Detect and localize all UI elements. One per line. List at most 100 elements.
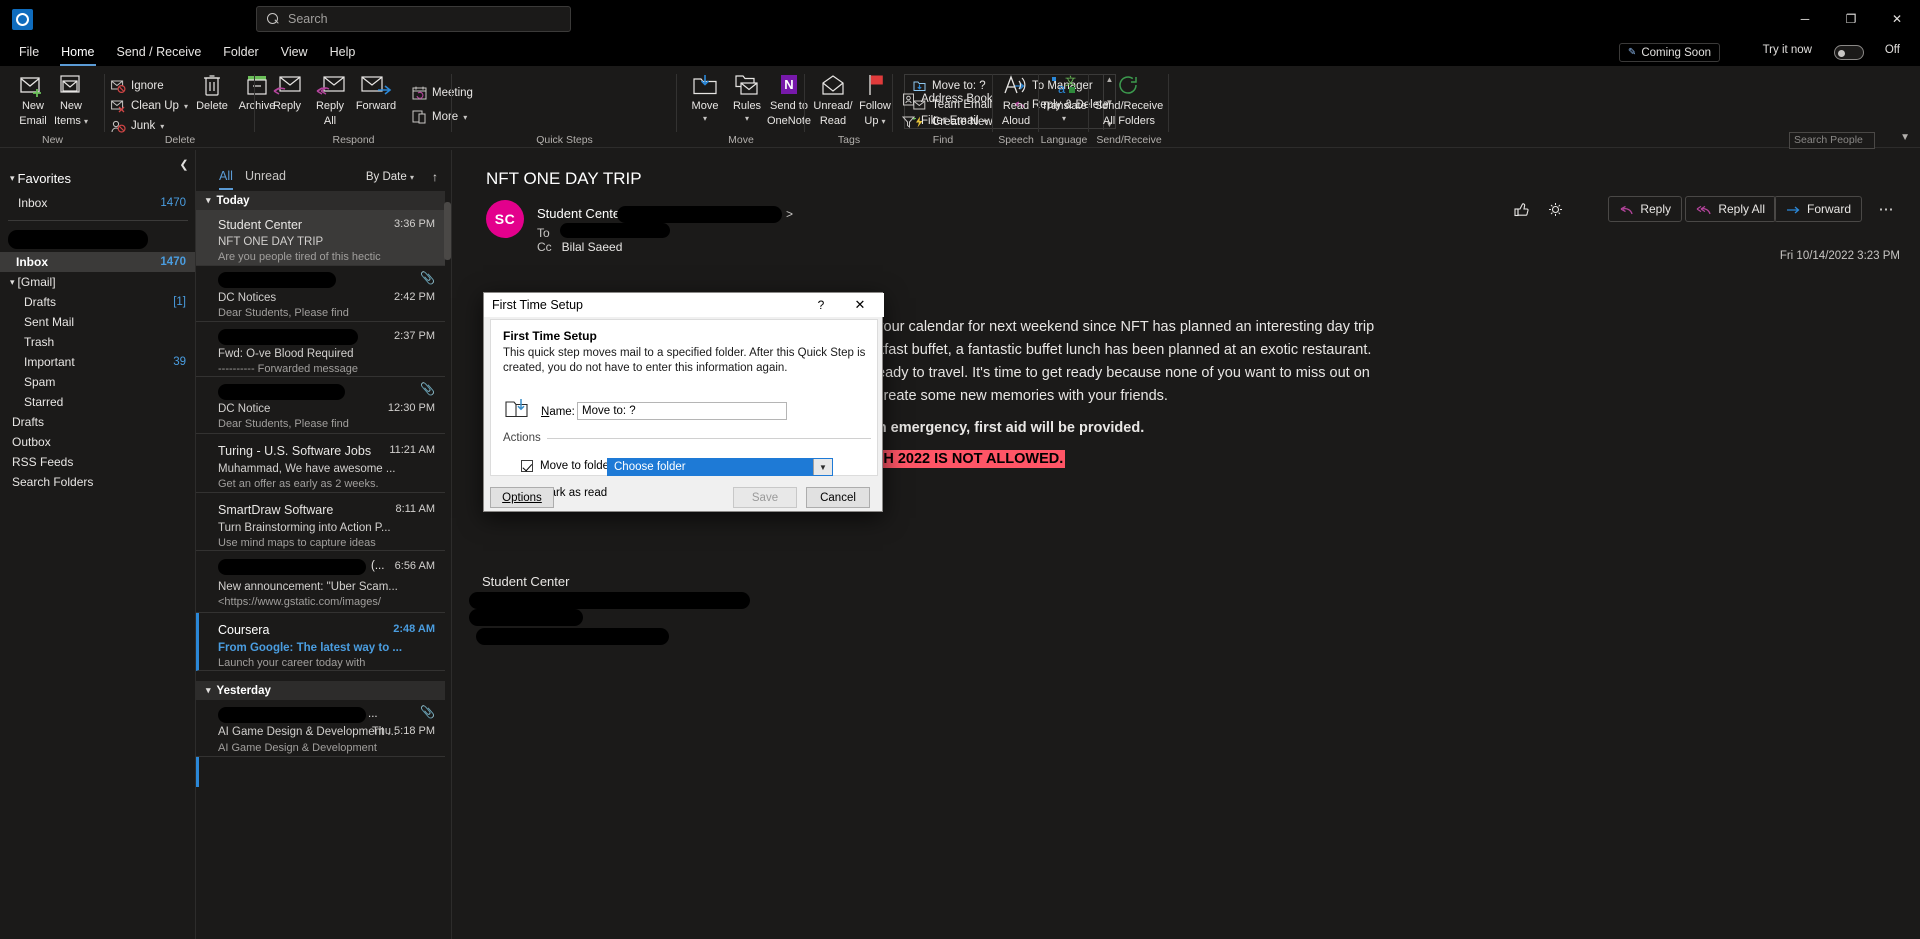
ribbon-group-new: New Email New Items ▾ New [0, 66, 105, 148]
folder-sidebar: ▾ Favorites Inbox 1470 Inbox 1470 ▾ [Gma… [0, 150, 195, 939]
message-item-6[interactable]: SmartDraw Software Turn Brainstorming in… [196, 493, 445, 551]
toggle-state-label: Off [1885, 44, 1900, 56]
coming-soon-button[interactable]: ✎ Coming Soon [1619, 43, 1720, 62]
minimize-button[interactable]: ─ [1782, 0, 1828, 38]
sparkle-button[interactable] [1539, 196, 1571, 222]
message-subject: Muhammad, We have awesome ... [218, 463, 395, 475]
choose-folder-dropdown[interactable]: Choose folder ▼ [607, 458, 833, 476]
sidebar-item-drafts-gmail[interactable]: Drafts [1] [0, 292, 195, 312]
tab-all[interactable]: All [219, 169, 233, 190]
email-body-line-4: e to create some new memories with your … [848, 385, 1168, 408]
new-items-button[interactable]: New Items ▾ [43, 71, 99, 128]
translate-label: Translate▾ [1041, 100, 1086, 125]
message-list-scrollbar[interactable] [444, 202, 451, 260]
message-item-9[interactable]: ... AI Game Design & Development ... AI … [196, 700, 445, 757]
message-time: 3:36 PM [394, 218, 435, 230]
avatar: SC [486, 200, 524, 238]
forward-button[interactable]: Forward [345, 71, 407, 112]
message-item-1[interactable]: Student Center NFT ONE DAY TRIP Are you … [196, 210, 445, 266]
from-address-redacted [617, 206, 782, 223]
sidebar-item-inbox[interactable]: Inbox 1470 [0, 252, 195, 272]
message-item-4[interactable]: DC Notice Dear Students, Please find 📎 1… [196, 377, 445, 434]
tab-folder[interactable]: Folder [212, 41, 269, 63]
tab-home[interactable]: Home [50, 41, 105, 63]
tab-unread[interactable]: Unread [245, 169, 286, 188]
sidebar-item-gmail-group[interactable]: ▾ [Gmail] [0, 272, 195, 292]
move-to-folder-row[interactable]: Move to folder [521, 460, 613, 472]
inbox-count: 1470 [160, 256, 186, 268]
search-people-input[interactable]: Search People [1789, 132, 1875, 149]
address-book-button[interactable]: Address Book [900, 91, 993, 107]
message-list-header: All Unread By Date ▾ ↑ [196, 150, 452, 183]
sidebar-item-outbox[interactable]: Outbox [0, 432, 195, 452]
message-item-8[interactable]: Coursera From Google: The latest way to … [196, 613, 445, 671]
translate-button[interactable]: a 文 Translate▾ [1036, 71, 1092, 125]
message-sender: Turing - U.S. Software Jobs [218, 444, 371, 458]
sidebar-item-starred[interactable]: Starred [0, 392, 195, 412]
name-input[interactable]: Move to: ? [577, 402, 787, 420]
message-item-10[interactable] [196, 757, 445, 787]
chevron-down-icon: ▾ [10, 173, 15, 184]
sidebar-item-sent-mail[interactable]: Sent Mail [0, 312, 195, 332]
clean-up-label: Clean Up [131, 100, 179, 112]
sidebar-item-search-folders[interactable]: Search Folders [0, 472, 195, 492]
send-receive-all-folders-button[interactable]: Send/Receive All Folders [1101, 71, 1157, 127]
chevron-down-icon[interactable]: ▼ [813, 459, 832, 475]
translate-icon: a 文 [1051, 71, 1077, 97]
options-button[interactable]: Options [490, 487, 554, 508]
tab-file[interactable]: File [8, 41, 50, 63]
tab-view[interactable]: View [270, 41, 319, 63]
group-header-today[interactable]: ▾ Today [196, 191, 445, 210]
sidebar-item-spam[interactable]: Spam [0, 372, 195, 392]
tab-send-receive[interactable]: Send / Receive [106, 41, 213, 63]
reply-all-button[interactable]: Reply All [1685, 196, 1776, 222]
message-item-3[interactable]: Fwd: O-ve Blood Required ---------- Forw… [196, 322, 445, 377]
maximize-button[interactable]: ❐ [1828, 0, 1874, 38]
save-button[interactable]: Save [733, 487, 797, 508]
sidebar-divider [8, 220, 188, 221]
cancel-button[interactable]: Cancel [806, 487, 870, 508]
sidebar-item-important[interactable]: Important 39 [0, 352, 195, 372]
close-button[interactable]: ✕ [1874, 0, 1920, 38]
message-item-5[interactable]: Turing - U.S. Software Jobs Muhammad, We… [196, 434, 445, 493]
coming-soon-toggle[interactable] [1834, 45, 1864, 60]
move-to-folder-checkbox[interactable] [521, 460, 533, 472]
account-name-redacted [8, 230, 148, 249]
thumbs-up-button[interactable] [1505, 196, 1537, 222]
junk-button[interactable]: Junk ▾ [110, 118, 164, 134]
search-input[interactable]: Search [256, 6, 571, 32]
collapse-sidebar-button[interactable]: ❮ [175, 155, 193, 173]
reply-button[interactable]: Reply [1608, 196, 1682, 222]
ignore-button[interactable]: Ignore [110, 78, 164, 94]
favorites-header[interactable]: ▾ Favorites [10, 171, 71, 186]
more-actions-button[interactable]: ⋯ [1870, 196, 1902, 222]
trash-icon [202, 71, 222, 97]
sidebar-item-favorites-inbox[interactable]: Inbox 1470 [0, 193, 195, 213]
spam-label: Spam [24, 375, 55, 389]
message-sender: Student Center [218, 218, 302, 232]
trash-label: Trash [24, 335, 54, 349]
filter-email-button[interactable]: Filter Email ▾ [900, 113, 988, 129]
clean-up-button[interactable]: Clean Up ▾ [110, 98, 188, 114]
search-folders-label: Search Folders [12, 475, 93, 489]
forward-button[interactable]: Forward [1774, 196, 1862, 222]
ribbon-group-delete: Ignore Clean Up ▾ [105, 66, 255, 148]
sidebar-item-trash[interactable]: Trash [0, 332, 195, 352]
group-header-yesterday[interactable]: ▾ Yesterday [196, 681, 445, 700]
dialog-close-button[interactable]: ✕ [838, 293, 882, 317]
collapse-ribbon-button[interactable]: ▼ [1900, 132, 1910, 143]
sparkle-icon [1548, 202, 1563, 217]
ribbon-group-tags: Unread/ Read Follow Up ▾ Tags [805, 66, 893, 148]
sort-by-date-button[interactable]: By Date ▾ [366, 171, 414, 183]
message-item-7[interactable]: (... New announcement: "Uber Scam... <ht… [196, 551, 445, 613]
tab-help[interactable]: Help [319, 41, 367, 63]
reply-label: Reply [1640, 202, 1671, 216]
rules-icon [734, 71, 760, 97]
sidebar-item-drafts[interactable]: Drafts [0, 412, 195, 432]
read-aloud-icon [1002, 71, 1030, 97]
sidebar-item-rss-feeds[interactable]: RSS Feeds [0, 452, 195, 472]
dialog-help-button[interactable]: ? [806, 293, 836, 317]
ellipsis-icon: ⋯ [1879, 200, 1894, 218]
message-item-2[interactable]: DC Notices Dear Students, Please find 📎 … [196, 266, 445, 322]
sort-direction-button[interactable]: ↑ [432, 170, 438, 184]
